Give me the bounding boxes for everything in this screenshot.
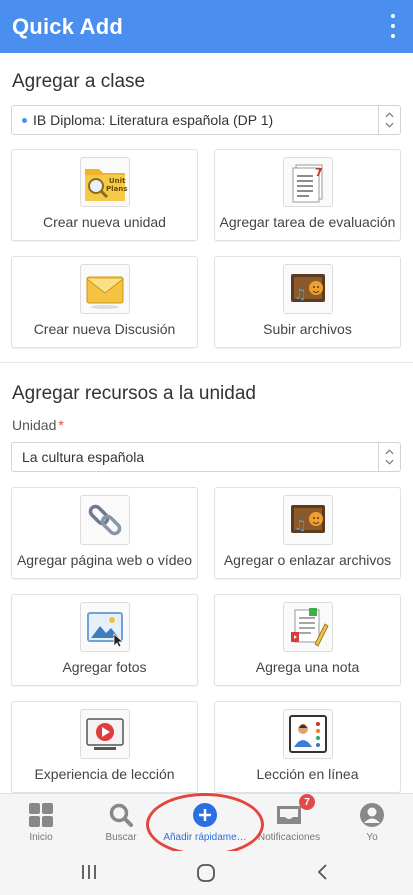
home-button-icon[interactable] [196,863,216,888]
nav-home[interactable]: Inicio [0,794,82,852]
create-unit-label: Crear nueva unidad [43,214,166,230]
back-button-icon[interactable] [314,863,332,886]
highlight-annotation-ring [146,793,264,856]
note-pencil-icon [283,602,333,652]
media-files-icon: ♫ [283,495,333,545]
media-files-icon: ♫ [283,264,333,314]
unit-select-value: La cultura española [22,449,145,465]
quick-add-content[interactable]: Agregar a clase IB Diploma: Literatura e… [0,53,413,793]
svg-text:♫: ♫ [294,518,307,534]
select-arrows-icon [378,443,400,471]
lesson-experience-card[interactable]: Experiencia de lección [11,701,198,793]
nav-search-label: Buscar [105,832,137,843]
add-assessment-label: Agregar tarea de evaluación [219,214,396,230]
app-bar: Quick Add [0,0,413,53]
add-assessment-card[interactable]: 7 Agregar tarea de evaluación [214,149,401,241]
unit-plans-icon: Unit Plans [80,157,130,207]
unit-field-label: Unidad * [12,417,64,433]
nav-me-label: Yo [366,832,378,843]
create-discussion-label: Crear nueva Discusión [33,321,176,337]
notification-badge: 7 [299,794,315,810]
photo-icon [80,602,130,652]
grid-icon [28,802,54,828]
add-photos-label: Agregar fotos [62,659,147,675]
assessment-task-icon: 7 [283,157,333,207]
nav-notifications-label: Notificaciones [257,832,321,843]
user-avatar-icon [359,802,385,828]
upload-files-card[interactable]: ♫ Subir archivos [214,256,401,348]
add-link-files-label: Agregar o enlazar archivos [223,552,392,568]
unit-select[interactable]: La cultura española [11,442,401,472]
add-webpage-card[interactable]: Agregar página web o vídeo [11,487,198,579]
envelope-icon [80,264,130,314]
add-link-files-card[interactable]: ♫ Agregar o enlazar archivos [214,487,401,579]
required-mark: * [58,417,64,433]
online-lesson-card[interactable]: Lección en línea [214,701,401,793]
svg-text:♫: ♫ [294,287,307,303]
class-color-dot [22,117,27,123]
add-note-label: Agrega una nota [255,659,360,675]
online-lesson-icon [283,709,333,759]
more-menu-icon[interactable] [387,14,399,38]
create-unit-card[interactable]: Unit Plans Crear nueva unidad [11,149,198,241]
svg-text:7: 7 [315,166,323,179]
app-title: Quick Add [12,13,123,39]
section-title-unit: Agregar recursos a la unidad [12,383,256,404]
section-title-class: Agregar a clase [12,71,146,92]
add-webpage-label: Agregar página web o vídeo [16,552,193,568]
svg-text:Plans: Plans [106,185,127,193]
upload-files-label: Subir archivos [263,321,352,337]
lesson-experience-label: Experiencia de lección [34,766,175,782]
system-navigation-bar [0,851,413,895]
nav-me[interactable]: Yo [331,794,413,852]
video-player-icon [80,709,130,759]
add-photos-card[interactable]: Agregar fotos [11,594,198,686]
nav-home-label: Inicio [29,832,53,843]
class-select-value: IB Diploma: Literatura española (DP 1) [33,112,274,128]
class-select[interactable]: IB Diploma: Literatura española (DP 1) [11,105,401,135]
create-discussion-card[interactable]: Crear nueva Discusión [11,256,198,348]
section-divider [0,362,413,363]
inbox-icon: 7 [275,794,315,828]
unit-label-text: Unidad [12,417,57,433]
online-lesson-label: Lección en línea [256,766,359,782]
select-arrows-icon [378,106,400,134]
svg-text:Unit: Unit [109,177,126,185]
search-icon [108,802,134,828]
recent-apps-icon[interactable] [80,863,98,886]
add-note-card[interactable]: Agrega una nota [214,594,401,686]
link-chain-icon [80,495,130,545]
